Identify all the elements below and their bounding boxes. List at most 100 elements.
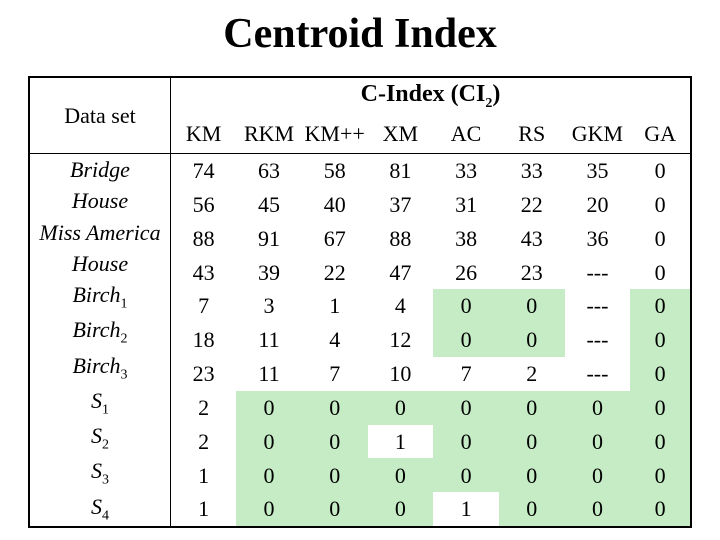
dataset-name: Miss America	[30, 217, 170, 248]
cell: 12	[368, 323, 434, 357]
dsn: S	[91, 388, 102, 413]
cell: ---	[565, 255, 631, 289]
col-km: KM	[170, 114, 236, 154]
dataset-name: Birch2	[30, 314, 170, 349]
cell: 0	[630, 425, 691, 459]
dsn: S	[91, 458, 102, 483]
cell: 81	[368, 154, 434, 188]
cell: 1	[368, 425, 434, 459]
cell: 4	[302, 323, 368, 357]
cell: 0	[368, 391, 434, 425]
cell: 1	[302, 289, 368, 323]
cell: 26	[433, 255, 499, 289]
cell: 0	[565, 425, 631, 459]
dss: 2	[121, 332, 128, 347]
cell: ---	[565, 289, 631, 323]
cell: 43	[499, 222, 565, 256]
cell: 63	[236, 154, 302, 188]
cell: 0	[499, 323, 565, 357]
cindex-label-post: )	[492, 81, 500, 107]
cell: 88	[170, 222, 236, 256]
dataset-name: S2	[30, 420, 170, 455]
cell: 0	[630, 188, 691, 222]
cell: 0	[565, 391, 631, 425]
cell: 4	[368, 289, 434, 323]
cell: 0	[630, 391, 691, 425]
dsn: Birch	[72, 317, 120, 342]
cell: 0	[630, 222, 691, 256]
cell: 0	[565, 492, 631, 527]
dsn: S	[91, 423, 102, 448]
cell: 0	[630, 289, 691, 323]
cell: 33	[499, 154, 565, 188]
slide: Centroid Index Data set C-Index (CI2) KM…	[0, 0, 720, 540]
cell: 39	[236, 255, 302, 289]
cell: 31	[433, 188, 499, 222]
cell: 1	[170, 458, 236, 492]
cell: 36	[565, 222, 631, 256]
cell: 0	[302, 492, 368, 527]
table-row: Bridge House Miss America House Birch1 B…	[29, 154, 691, 188]
col-kmpp: KM++	[302, 114, 368, 154]
cell: ---	[565, 323, 631, 357]
cell: 0	[368, 492, 434, 527]
cell: 0	[630, 154, 691, 188]
cell: 7	[302, 357, 368, 391]
cell: 0	[499, 391, 565, 425]
col-gkm: GKM	[565, 114, 631, 154]
cell: 1	[170, 492, 236, 527]
cell: 0	[630, 458, 691, 492]
cell: ---	[565, 357, 631, 391]
ci-table: Data set C-Index (CI2) KM RKM KM++ XM AC…	[28, 76, 692, 528]
cell: 0	[499, 458, 565, 492]
cell: 88	[368, 222, 434, 256]
cell: 0	[236, 458, 302, 492]
cindex-header: C-Index (CI2)	[170, 77, 691, 114]
dss: 1	[121, 297, 128, 312]
dss: 2	[102, 438, 109, 453]
cell: 23	[170, 357, 236, 391]
cell: 67	[302, 222, 368, 256]
cell: 56	[170, 188, 236, 222]
cell: 2	[170, 425, 236, 459]
cell: 58	[302, 154, 368, 188]
cell: 0	[302, 391, 368, 425]
cell: 33	[433, 154, 499, 188]
cell: 0	[433, 458, 499, 492]
cell: 0	[499, 492, 565, 527]
dataset-names-cell: Bridge House Miss America House Birch1 B…	[29, 154, 170, 527]
cell: 0	[433, 425, 499, 459]
dsn: S	[91, 494, 102, 519]
cell: 0	[236, 492, 302, 527]
cell: 0	[368, 458, 434, 492]
cell: 0	[630, 492, 691, 527]
dataset-header-label: Data set	[64, 103, 135, 128]
cell: 91	[236, 222, 302, 256]
cell: 1	[433, 492, 499, 527]
cell: 7	[433, 357, 499, 391]
cell: 0	[499, 425, 565, 459]
dss: 3	[102, 473, 109, 488]
cell: 22	[302, 255, 368, 289]
dataset-name: S1	[30, 385, 170, 420]
cell: 0	[433, 323, 499, 357]
cell: 40	[302, 188, 368, 222]
cell: 0	[565, 458, 631, 492]
cell: 37	[368, 188, 434, 222]
cell: 22	[499, 188, 565, 222]
cell: 2	[499, 357, 565, 391]
cell: 0	[630, 255, 691, 289]
dataset-name: House	[30, 185, 170, 216]
dataset-header: Data set	[29, 77, 170, 154]
cell: 0	[433, 391, 499, 425]
col-ac: AC	[433, 114, 499, 154]
dataset-name: House	[30, 248, 170, 279]
cell: 10	[368, 357, 434, 391]
cell: 11	[236, 357, 302, 391]
dsn: Birch	[72, 353, 120, 378]
cell: 0	[499, 289, 565, 323]
dataset-name: S3	[30, 455, 170, 490]
cell: 43	[170, 255, 236, 289]
dataset-name: Birch1	[30, 279, 170, 314]
cell: 7	[170, 289, 236, 323]
